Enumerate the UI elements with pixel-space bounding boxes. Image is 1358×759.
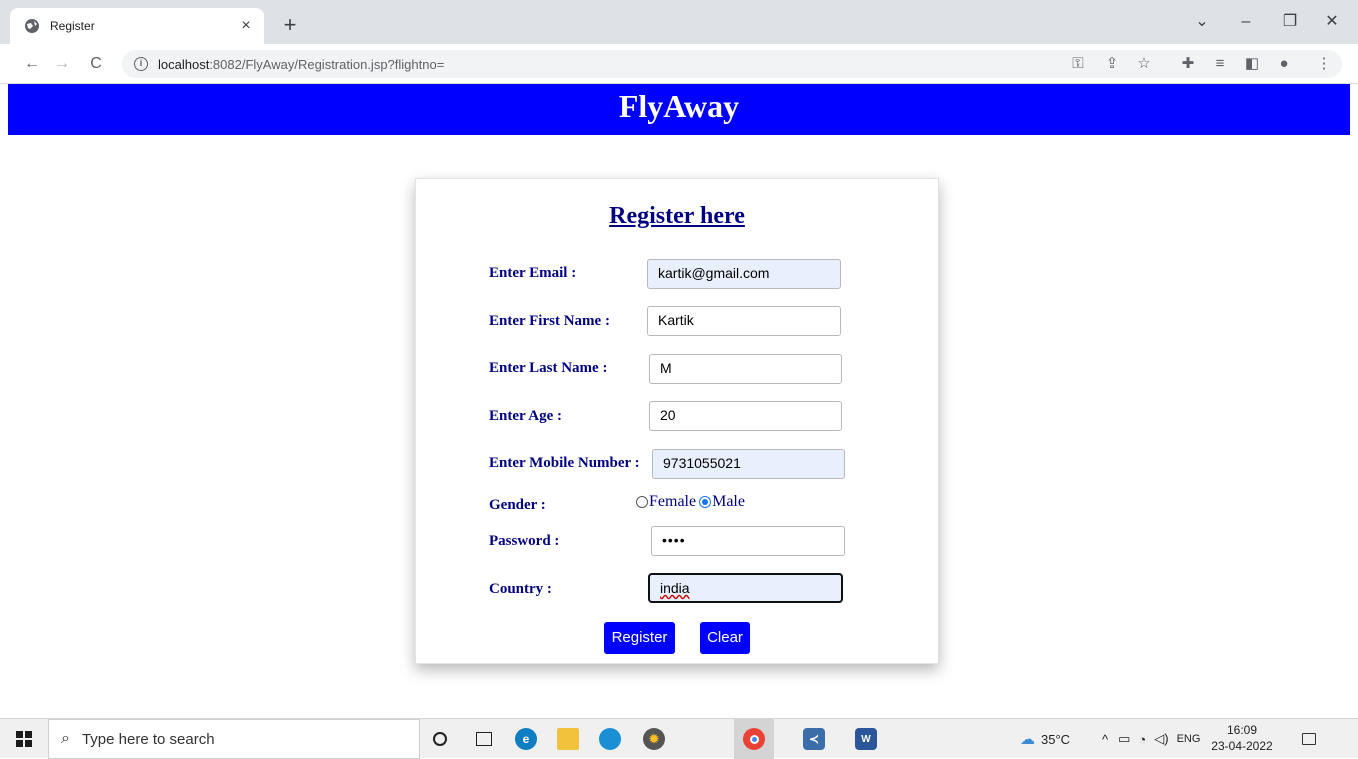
- tab-title: Register: [50, 19, 95, 33]
- start-button[interactable]: [0, 719, 48, 759]
- input-language[interactable]: ENG: [1177, 733, 1201, 745]
- gender-label: Gender :: [489, 497, 546, 513]
- last-name-label: Enter Last Name :: [489, 360, 608, 376]
- email-field[interactable]: kartik@gmail.com: [647, 259, 841, 289]
- url-host: localhost: [158, 56, 210, 72]
- reload-icon[interactable]: C: [86, 54, 106, 74]
- country-value: india: [660, 580, 690, 596]
- first-name-label: Enter First Name :: [489, 313, 610, 329]
- side-panel-icon[interactable]: ◧: [1242, 54, 1262, 74]
- restore-button[interactable]: ❐: [1280, 12, 1300, 32]
- password-field[interactable]: ••••: [651, 526, 845, 556]
- taskbar-clock[interactable]: 16:09 23-04-2022: [1210, 722, 1274, 754]
- browser-toolbar: ← → C i localhost:8082/FlyAway/Registrat…: [0, 44, 1358, 84]
- battery-icon[interactable]: ▭: [1118, 731, 1130, 747]
- browser-tab-register[interactable]: Register ×: [10, 8, 264, 44]
- search-placeholder: Type here to search: [81, 730, 215, 748]
- form-title: Register here: [609, 203, 745, 229]
- registration-form: Register here Enter Email : kartik@gmail…: [415, 178, 939, 664]
- windows-taskbar: ⌕ Type here to search e ✹ ≺ W ☁ 35°C ^ ▭…: [0, 718, 1358, 759]
- cortana-icon[interactable]: [420, 719, 460, 759]
- chrome-browser-icon[interactable]: [734, 719, 774, 759]
- windows-logo-icon: [16, 731, 32, 747]
- file-explorer-icon[interactable]: [548, 719, 588, 759]
- app-globe-icon[interactable]: [590, 719, 630, 759]
- site-banner: FlyAway: [8, 84, 1350, 135]
- site-info-icon[interactable]: i: [134, 57, 148, 71]
- extensions-puzzle-icon[interactable]: ✚: [1178, 54, 1198, 74]
- tray-chevron-up-icon[interactable]: ^: [1102, 732, 1108, 747]
- tab-close-icon[interactable]: ×: [238, 18, 254, 34]
- email-label: Enter Email :: [489, 265, 577, 281]
- globe-icon: [25, 19, 39, 33]
- share-icon[interactable]: ⇪: [1102, 54, 1122, 74]
- forward-arrow-icon[interactable]: →: [52, 54, 72, 74]
- volume-icon[interactable]: ◁): [1154, 731, 1168, 747]
- bookmark-star-icon[interactable]: ☆: [1134, 54, 1154, 74]
- gender-male-radio[interactable]: [699, 496, 712, 508]
- password-label: Password :: [489, 533, 560, 549]
- gender-radio-group: Female Male: [636, 493, 745, 511]
- gender-male-label: Male: [712, 493, 745, 510]
- clock-date: 23-04-2022: [1211, 739, 1273, 753]
- clear-button[interactable]: Clear: [700, 622, 750, 654]
- back-arrow-icon[interactable]: ←: [22, 54, 42, 74]
- gender-female-radio[interactable]: [636, 496, 648, 508]
- address-bar[interactable]: i localhost:8082/FlyAway/Registration.js…: [122, 50, 1342, 78]
- search-icon: ⌕: [61, 730, 70, 747]
- mobile-label: Enter Mobile Number :: [489, 455, 640, 471]
- notifications-icon[interactable]: [1302, 719, 1316, 759]
- task-view-icon[interactable]: [464, 719, 504, 759]
- kebab-menu-icon[interactable]: ⋮: [1314, 54, 1334, 74]
- age-label: Enter Age :: [489, 408, 563, 424]
- minimize-button[interactable]: –: [1236, 12, 1256, 32]
- close-window-button[interactable]: ✕: [1322, 12, 1342, 32]
- clock-time: 16:09: [1226, 723, 1258, 737]
- tab-search-chevron-icon[interactable]: ⌄: [1192, 12, 1212, 32]
- taskbar-search-box[interactable]: ⌕ Type here to search: [48, 719, 420, 759]
- cloud-icon: ☁: [1020, 731, 1035, 748]
- mobile-number-field[interactable]: 9731055021: [652, 449, 845, 479]
- register-button[interactable]: Register: [604, 622, 675, 654]
- weather-widget[interactable]: ☁ 35°C: [1020, 719, 1070, 759]
- url-path: :8082/FlyAway/Registration.jsp?flightno=: [209, 56, 445, 72]
- key-icon[interactable]: ⚿: [1068, 54, 1088, 74]
- country-label: Country :: [489, 581, 552, 597]
- new-tab-button[interactable]: +: [278, 14, 302, 36]
- vscode-icon[interactable]: ≺: [794, 719, 834, 759]
- settings-gear-icon[interactable]: ✹: [634, 719, 674, 759]
- word-icon[interactable]: W: [846, 719, 886, 759]
- country-field[interactable]: india: [648, 573, 843, 603]
- reading-list-icon[interactable]: ≡: [1210, 54, 1230, 74]
- wifi-icon[interactable]: ◔: [1138, 732, 1146, 747]
- profile-avatar-icon[interactable]: ●: [1274, 54, 1294, 74]
- gender-female-label: Female: [649, 493, 697, 510]
- edge-browser-icon[interactable]: e: [506, 719, 546, 759]
- last-name-field[interactable]: M: [649, 354, 842, 384]
- browser-tabstrip: Register × + ⌄ – ❐ ✕: [0, 0, 1358, 44]
- weather-temperature: 35°C: [1041, 731, 1071, 747]
- site-title: FlyAway: [618, 88, 740, 124]
- age-field[interactable]: 20: [649, 401, 842, 431]
- system-tray: ^ ▭ ◔ ◁) ENG: [1102, 719, 1200, 759]
- first-name-field[interactable]: Kartik: [647, 306, 841, 336]
